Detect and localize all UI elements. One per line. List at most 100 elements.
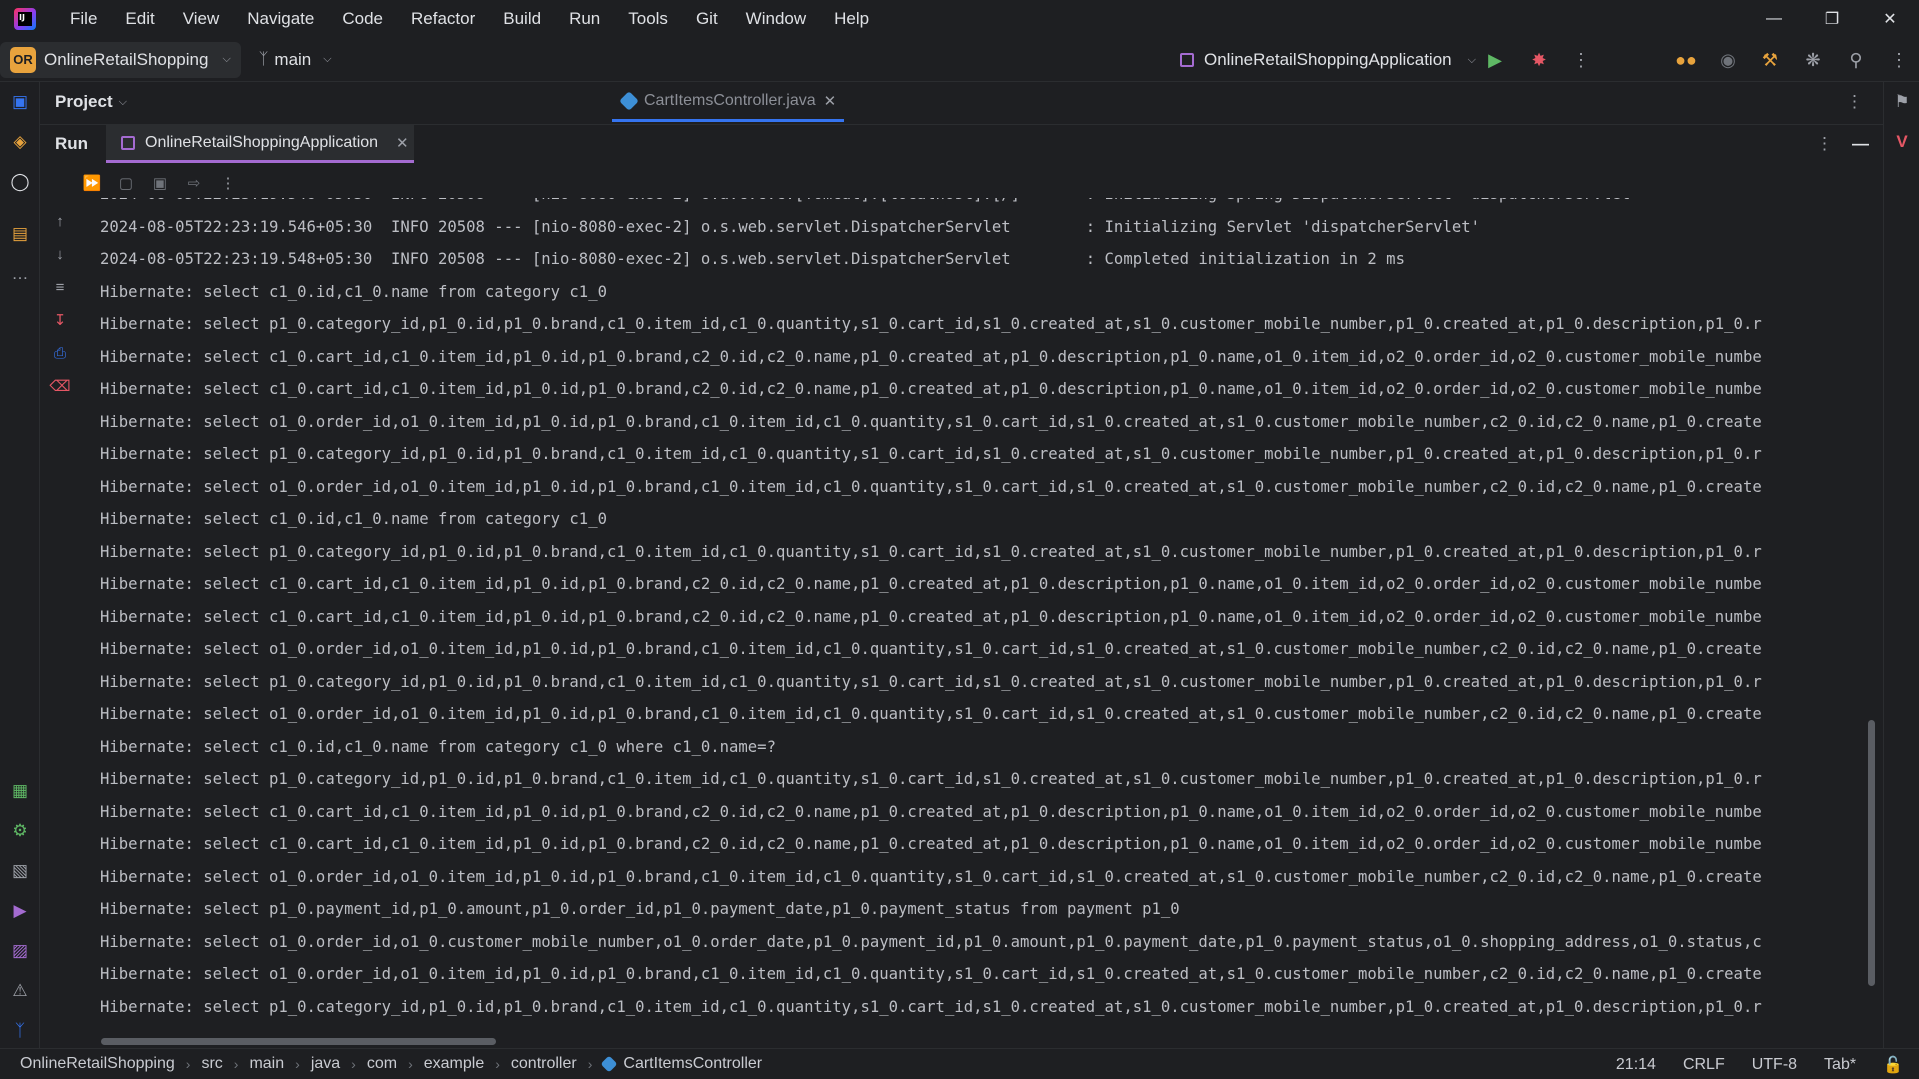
run-panel-title[interactable]: Run — [55, 134, 88, 154]
menu-tools[interactable]: Tools — [614, 0, 682, 38]
console-line: Hibernate: select o1_0.order_id,o1_0.ite… — [100, 640, 1762, 658]
console-vertical-scrollbar[interactable] — [1868, 720, 1875, 986]
restore-window-button[interactable]: ❐ — [1803, 0, 1861, 38]
menu-run[interactable]: Run — [555, 0, 614, 38]
screenshot-icon[interactable]: ▣ — [148, 171, 172, 195]
build-tools-icon[interactable]: ⚒ — [1752, 38, 1788, 82]
console-line: 2024-08-05T22:23:19.546+05:30 INFO 20508… — [100, 217, 1481, 236]
breadcrumb-item[interactable]: java — [311, 1055, 340, 1073]
breadcrumb-item[interactable]: example — [424, 1055, 484, 1073]
structure-tool-icon[interactable]: ▤ — [8, 222, 32, 246]
services-tool-icon[interactable]: ▦ — [8, 779, 32, 803]
line-separator[interactable]: CRLF — [1683, 1056, 1725, 1074]
run-icon[interactable]: ▶ — [1477, 38, 1513, 82]
file-encoding[interactable]: UTF-8 — [1752, 1056, 1797, 1074]
more-icon[interactable]: ⋮ — [216, 171, 240, 195]
intellij-logo-icon[interactable] — [14, 8, 36, 30]
left-tool-window-stripe: ▣ ◈ ◯ ▤ … ▦ ⚙ ▧ ▶ ▨ ⚠ ᛉ — [0, 82, 40, 1048]
menu-edit[interactable]: Edit — [111, 0, 168, 38]
rerun-icon[interactable]: ⏩ — [80, 171, 104, 195]
menu-window[interactable]: Window — [732, 0, 820, 38]
terminal-tool-icon[interactable]: ▨ — [8, 939, 32, 963]
run-configuration-selector[interactable]: OnlineRetailShoppingApplication ⌵ — [1180, 38, 1476, 82]
minimize-panel-icon[interactable]: — — [1852, 134, 1869, 154]
menu-help[interactable]: Help — [820, 0, 883, 38]
soft-wrap-icon[interactable]: ≡ — [48, 275, 72, 299]
problems-tool-icon[interactable]: ⚠ — [8, 979, 32, 1003]
minimize-window-button[interactable]: — — [1745, 0, 1803, 38]
database-tool-icon[interactable]: ▧ — [8, 859, 32, 883]
git-tool-icon[interactable]: ᛉ — [8, 1019, 32, 1043]
debug-icon[interactable]: ✸ — [1521, 38, 1557, 82]
console-line: Hibernate: select p1_0.payment_id,p1_0.a… — [100, 900, 1180, 918]
project-badge: OR — [10, 46, 36, 73]
editor-options-icon[interactable]: ⋮ — [1846, 92, 1863, 112]
stop-icon[interactable]: ▢ — [114, 171, 138, 195]
run-tool-icon[interactable]: ▶ — [8, 899, 32, 923]
breadcrumb-item[interactable]: com — [367, 1055, 397, 1073]
console-line: Hibernate: select o1_0.order_id,o1_0.ite… — [100, 477, 1762, 496]
menu-file[interactable]: File — [56, 0, 111, 38]
settings-menu-icon[interactable]: ⋮ — [1881, 38, 1917, 82]
breadcrumb-item[interactable]: controller — [511, 1055, 577, 1073]
console-line: Hibernate: select o1_0.order_id,o1_0.ite… — [100, 705, 1762, 723]
settings-plugin-icon[interactable]: ❋ — [1795, 38, 1831, 82]
breadcrumb-item[interactable]: main — [249, 1055, 284, 1073]
more-actions-icon[interactable]: ⋮ — [1563, 38, 1599, 82]
menubar: File Edit View Navigate Code Refactor Bu… — [0, 0, 1919, 38]
run-tab-application[interactable]: OnlineRetailShoppingApplication ✕ — [106, 125, 414, 163]
menu-code[interactable]: Code — [328, 0, 397, 38]
close-window-button[interactable]: ✕ — [1861, 0, 1919, 38]
caret-position[interactable]: 21:14 — [1616, 1056, 1656, 1074]
breadcrumb-item[interactable]: src — [201, 1055, 222, 1073]
chevron-right-icon: › — [185, 1056, 191, 1072]
code-with-me-icon[interactable]: ●● — [1668, 38, 1704, 82]
menu-view[interactable]: View — [169, 0, 234, 38]
project-tool-icon[interactable]: ▣ — [8, 90, 32, 114]
close-tab-icon[interactable]: ✕ — [824, 92, 837, 110]
console-line: Hibernate: select p1_0.category_id,p1_0.… — [100, 997, 1762, 1016]
console-horizontal-scrollbar[interactable] — [101, 1038, 496, 1045]
breadcrumb-current[interactable]: CartItemsController — [600, 1055, 762, 1073]
search-icon[interactable]: ⚲ — [1838, 38, 1874, 82]
menu-navigate[interactable]: Navigate — [233, 0, 328, 38]
project-switcher[interactable]: OR OnlineRetailShopping ⌵ — [0, 41, 241, 78]
chevron-down-icon[interactable]: ⌵ — [119, 96, 127, 109]
project-name: OnlineRetailShopping — [44, 49, 209, 69]
ai-assistant-icon[interactable]: ◉ — [1710, 38, 1746, 82]
project-panel-title[interactable]: Project — [55, 92, 113, 112]
main-toolbar: OR OnlineRetailShopping ⌵ ᛉ main ⌵ Onlin… — [0, 38, 1919, 82]
console-output[interactable]: 2024-08-05T22:23:19.546+05:30 INFO 20508… — [80, 198, 1867, 1038]
vue-icon[interactable]: V — [1890, 130, 1914, 154]
editor-tab-cartitemscontroller[interactable]: CartItemsController.java ✕ — [612, 82, 844, 122]
chevron-down-icon: ⌵ — [323, 53, 332, 65]
github-icon[interactable]: ◯ — [8, 170, 32, 194]
right-tool-window-stripe: ⚑ V — [1883, 82, 1919, 1048]
scroll-up-icon[interactable]: ↑ — [48, 209, 72, 233]
commit-tool-icon[interactable]: ◈ — [8, 130, 32, 154]
notifications-icon[interactable]: ⚑ — [1890, 90, 1914, 114]
exit-icon[interactable]: ⇨ — [182, 171, 206, 195]
scroll-to-end-icon[interactable]: ↧ — [48, 308, 72, 332]
run-tab-label: OnlineRetailShoppingApplication — [145, 133, 379, 151]
close-tab-icon[interactable]: ✕ — [396, 134, 409, 152]
run-top-toolbar: ⏩ ▢ ▣ ⇨ ⋮ — [80, 168, 240, 198]
run-panel-header: Run OnlineRetailShoppingApplication ✕ ⋮ … — [40, 124, 1883, 163]
menu-build[interactable]: Build — [489, 0, 555, 38]
breadcrumb: OnlineRetailShopping › src › main › java… — [20, 1055, 762, 1073]
more-tools-icon[interactable]: … — [8, 262, 32, 286]
settings-gear-icon[interactable]: ⚙ — [8, 819, 32, 843]
branch-switcher[interactable]: ᛉ main ⌵ — [259, 50, 332, 70]
lock-icon[interactable]: 🔓 — [1883, 1055, 1903, 1075]
scroll-down-icon[interactable]: ↓ — [48, 242, 72, 266]
menu-refactor[interactable]: Refactor — [397, 0, 489, 38]
print-icon[interactable]: ⎙ — [48, 341, 72, 365]
breadcrumb-item[interactable]: OnlineRetailShopping — [20, 1055, 175, 1073]
clear-console-icon[interactable]: ⌫ — [48, 374, 72, 398]
run-configuration-name: OnlineRetailShoppingApplication — [1204, 50, 1452, 69]
indent-setting[interactable]: Tab* — [1824, 1056, 1856, 1074]
console-line: Hibernate: select p1_0.category_id,p1_0.… — [100, 672, 1762, 691]
run-options-icon[interactable]: ⋮ — [1816, 134, 1833, 154]
console-line: 2024-08-05T22:23:19.548+05:30 INFO 20508… — [100, 250, 1405, 268]
menu-git[interactable]: Git — [682, 0, 732, 38]
